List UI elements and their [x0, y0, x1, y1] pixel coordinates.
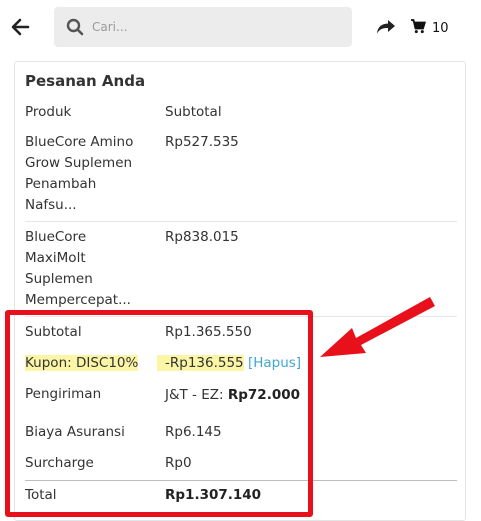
product-column-header: Produk: [25, 104, 72, 120]
product-name: BlueCore Amino Grow Suplemen Penambah Na…: [25, 134, 134, 213]
cart-count-badge: 10: [432, 20, 449, 36]
search-input[interactable]: [92, 7, 342, 47]
cart-icon: [410, 18, 427, 38]
search-box: [54, 7, 352, 47]
order-title: Pesanan Anda: [25, 72, 146, 90]
annotation-arrow-icon: [320, 297, 435, 357]
product-price: Rp527.535: [165, 134, 239, 150]
share-icon[interactable]: [376, 18, 396, 36]
divider: [25, 221, 457, 222]
top-bar: 10: [0, 0, 481, 56]
annotation-highlight-box: [5, 310, 313, 517]
search-icon: [66, 18, 84, 36]
product-name: BlueCore MaxiMolt Suplemen Mempercepat..…: [25, 229, 131, 308]
subtotal-column-header: Subtotal: [165, 104, 222, 120]
cart-button[interactable]: 10: [410, 17, 449, 39]
product-price: Rp838.015: [165, 229, 239, 245]
back-arrow-icon[interactable]: [10, 16, 30, 38]
